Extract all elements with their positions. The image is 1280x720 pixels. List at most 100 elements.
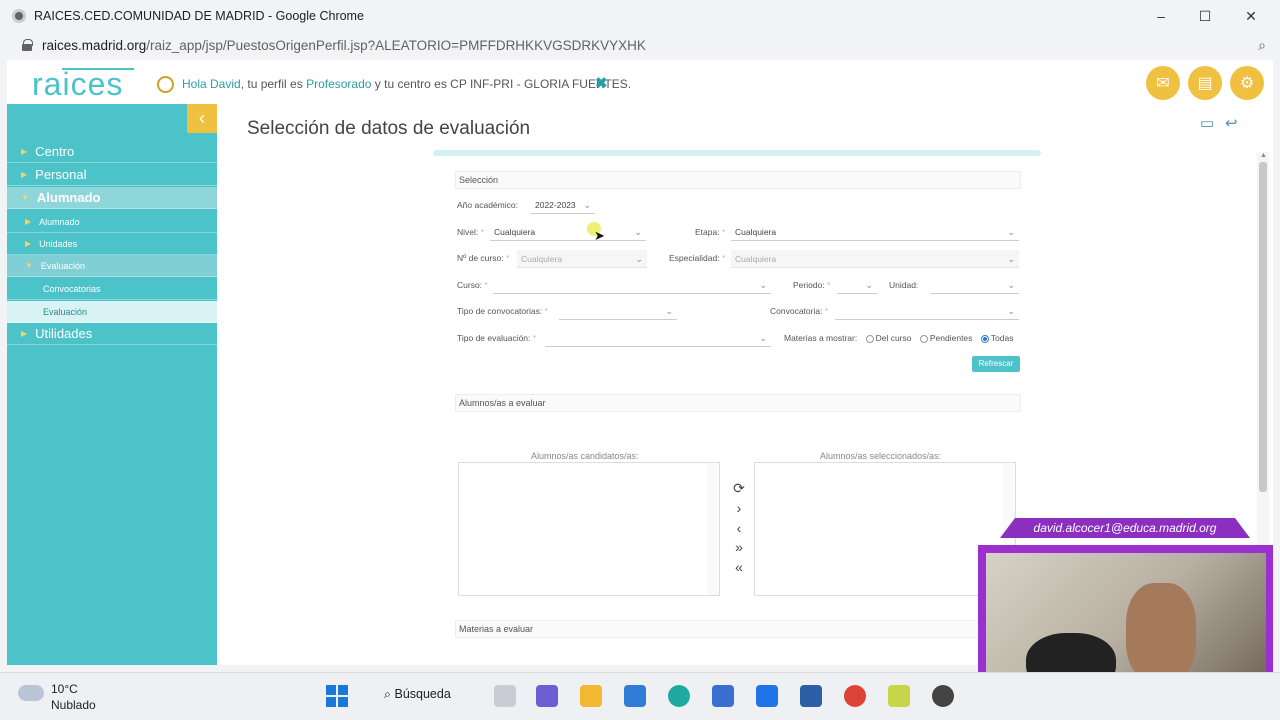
collapse-sidebar-button[interactable]: ‹ [187,104,217,133]
close-profile-icon[interactable]: ✖ [595,74,608,92]
tipo-eval-select[interactable]: ⌄ [545,329,771,347]
start-icon[interactable] [326,685,348,707]
especialidad-label: Especialidad: * [669,253,726,263]
nivel-select[interactable]: Cualquiera ⌄ [490,223,646,241]
vscode-icon[interactable] [800,685,822,707]
scroll-up-icon[interactable]: ▲ [1260,152,1267,159]
title-divider [433,150,1041,156]
convocatoria-select[interactable]: ⌄ [835,302,1019,320]
radio-todas[interactable] [980,334,989,343]
curso-select[interactable]: ⌄ [493,276,771,294]
url-text[interactable]: raices.madrid.org/raiz_app/jsp/PuestosOr… [42,38,646,53]
sidebar-subitem-unidades[interactable]: ▶ Unidades [7,233,217,255]
task-view-icon[interactable] [494,685,516,707]
etapa-label: Etapa: * [695,227,726,237]
chrome-icon [12,9,26,23]
file-explorer-icon[interactable] [580,685,602,707]
seleccionados-list[interactable] [754,462,1016,596]
windows-taskbar: 10°C Nublado ⌕ Búsqueda [0,672,1280,720]
ncurso-select: Cualquiera ⌄ [517,250,647,268]
unidad-select[interactable]: ⌄ [931,276,1019,294]
raices-logo[interactable]: raices [32,66,135,103]
scroll-thumb[interactable] [1259,162,1267,492]
minimize-button[interactable]: – [1138,0,1184,32]
edge-icon[interactable] [668,685,690,707]
chevron-down-icon: ⌄ [634,227,642,237]
taskbar-search[interactable]: ⌕ Búsqueda [384,687,451,702]
store-icon[interactable] [712,685,734,707]
mouse-pointer-icon: ➤ [594,228,605,243]
chevron-down-icon: ⌄ [865,280,873,290]
materias-panel-header: Materias a evaluar [455,620,1021,638]
temperature[interactable]: 10°C [51,682,78,696]
sidebar-item-personal[interactable]: ▶ Personal [7,164,217,186]
chevron-down-icon: ⌄ [759,333,767,343]
lock-icon [22,39,33,51]
triangle-icon: ▶ [25,217,32,226]
especialidad-select: Cualquiera ⌄ [731,250,1019,268]
address-bar[interactable]: raices.madrid.org/raiz_app/jsp/PuestosOr… [0,32,1280,58]
materias-radio-group: Materias a mostrar: Del curso Pendientes… [784,333,1014,343]
tipo-conv-label: Tipo de convocatorias: * [457,306,548,316]
periodo-label: Periodo: * [793,280,831,290]
curso-label: Curso: * [457,280,488,290]
chevron-down-icon: ⌄ [1007,254,1015,264]
triangle-icon: ▼ [25,261,33,270]
radio-del-curso[interactable] [865,334,874,343]
anio-select[interactable]: 2022-2023 ⌄ [531,196,595,214]
sidebar-subitem-convocatorias[interactable]: Convocatorias [7,278,217,300]
cloud-icon[interactable] [18,685,44,701]
back-icon[interactable]: ↩ [1225,114,1238,132]
move-right-icon[interactable]: › [731,500,747,516]
triangle-icon: ▶ [25,239,32,248]
documents-icon[interactable]: ▤ [1188,66,1222,100]
etapa-select[interactable]: Cualquiera ⌄ [731,223,1019,241]
sidebar-subitem-evaluacion-active[interactable]: Evaluación [7,301,217,323]
mail-app-icon[interactable] [624,685,646,707]
refresh-list-icon[interactable]: ⟳ [731,480,747,497]
weather-desc[interactable]: Nublado [51,698,96,712]
triangle-icon: ▶ [21,147,28,156]
list-scrollbar[interactable] [707,463,719,595]
unidad-label: Unidad: [889,280,919,290]
app-header: raices Hola David, tu perfil es Profesor… [7,60,1273,104]
alumnos-panel-header: Alumnos/as a evaluar [455,394,1021,412]
sidebar-item-centro[interactable]: ▶ Centro [7,141,217,163]
obs-icon[interactable] [932,685,954,707]
move-all-left-icon[interactable]: « [731,559,747,575]
move-left-icon[interactable]: ‹ [731,520,747,536]
teams-icon[interactable] [536,685,558,707]
triangle-icon: ▼ [21,193,29,202]
page-title: Selección de datos de evaluación [247,118,531,139]
close-button[interactable]: ✕ [1228,0,1274,32]
move-all-right-icon[interactable]: » [731,539,747,555]
chevron-down-icon: ⌄ [1007,280,1015,290]
candidatos-list[interactable] [458,462,720,596]
sidebar-subitem-evaluacion[interactable]: ▼ Evaluación [7,255,217,277]
maximize-button[interactable]: ☐ [1182,0,1228,32]
print-icon[interactable]: ▭ [1200,114,1214,132]
dropbox-icon[interactable] [756,685,778,707]
triangle-icon: ▶ [21,170,28,179]
convocatoria-label: Convocatoria: * [770,306,829,316]
sidebar-item-utilidades[interactable]: ▶ Utilidades [7,323,217,345]
zoom-icon[interactable]: ⌕ [1258,37,1266,54]
radio-pendientes[interactable] [919,334,928,343]
tipo-conv-select[interactable]: ⌄ [559,302,677,320]
refresh-button[interactable]: Refrescar [972,356,1020,372]
chevron-down-icon: ⌄ [635,254,643,264]
periodo-select[interactable]: ⌄ [837,276,877,294]
user-icon [157,76,174,93]
chevron-down-icon: ⌄ [1007,306,1015,316]
app-icon[interactable] [888,685,910,707]
chevron-down-icon: ⌄ [665,306,673,316]
mail-icon[interactable]: ✉ [1146,66,1180,100]
browser-title-bar: RAICES.CED.COMUNIDAD DE MADRID - Google … [0,0,1280,32]
seleccionados-label: Alumnos/as seleccionados/as: [820,451,942,461]
sidebar-subitem-alumnado[interactable]: ▶ Alumnado [7,211,217,233]
candidatos-label: Alumnos/as candidatos/as: [531,451,639,461]
chevron-down-icon: ⌄ [583,200,591,210]
settings-icon[interactable]: ⚙ [1230,66,1264,100]
sidebar-item-alumnado[interactable]: ▼ Alumnado [7,187,217,209]
chrome-taskbar-icon[interactable] [844,685,866,707]
